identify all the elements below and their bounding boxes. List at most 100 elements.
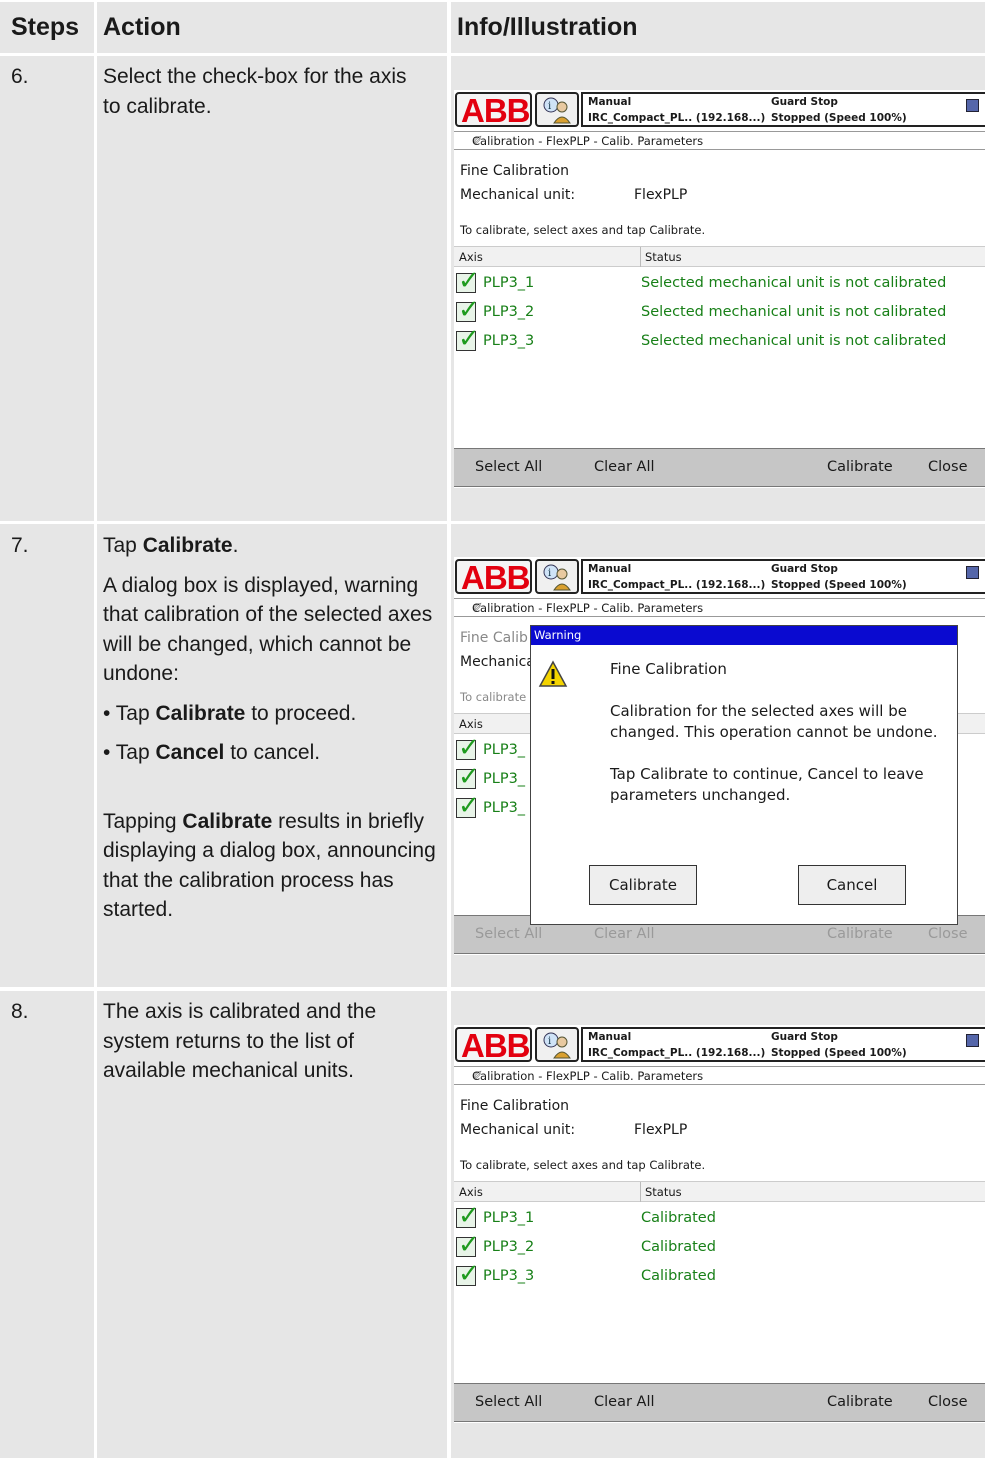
window-title: Calibration - FlexPLP - Calib. Parameter… — [472, 601, 704, 615]
window-title-bar: ✐ Calibration - FlexPLP - Calib. Paramet… — [454, 131, 985, 150]
close-button[interactable]: Close — [928, 459, 968, 475]
header-action: Action — [103, 13, 181, 41]
dialog-message-line: changed. This operation cannot be undone… — [610, 723, 938, 741]
mechanical-unit-label: Mechanica — [460, 654, 535, 670]
axis-checkbox[interactable]: ✓ — [456, 762, 480, 792]
axis-checkbox[interactable]: ✓ — [456, 1259, 480, 1289]
action-line: to calibrate. — [103, 94, 212, 118]
mode-text: Manual — [588, 563, 632, 575]
col-axis: Axis — [459, 1185, 483, 1199]
user-info-icon: i — [543, 97, 571, 124]
select-all-button[interactable]: Select All — [475, 1394, 542, 1410]
state-text: Stopped (Speed 100%) — [771, 112, 907, 124]
axis-row[interactable]: ✓ PLP3_2 Calibrated — [454, 1230, 985, 1264]
header-info: Info/Illustration — [457, 13, 638, 41]
select-all-button[interactable]: Select All — [475, 926, 542, 942]
col-status: Status — [645, 250, 682, 264]
checkmark-icon: ✓ — [458, 791, 480, 821]
bullet-proceed: • Tap Calibrate to proceed. — [103, 701, 357, 725]
abb-logo: ABB — [461, 559, 530, 596]
guard-text: Guard Stop — [771, 563, 838, 575]
controller-text: IRC_Compact_PL.. (192.168...) — [588, 579, 766, 591]
axis-checkbox[interactable]: ✓ — [456, 324, 480, 354]
clear-all-button[interactable]: Clear All — [594, 1394, 655, 1410]
user-info-icon: i — [543, 1032, 571, 1059]
close-button[interactable]: Close — [928, 1394, 968, 1410]
axis-table-header: Axis Status — [454, 1181, 985, 1202]
action-line: Select the check-box for the axis — [103, 65, 407, 88]
checkmark-icon: ✓ — [458, 1230, 480, 1260]
axis-status: Calibrated — [641, 1210, 716, 1226]
svg-text:i: i — [548, 101, 551, 112]
fine-calibration-label: Fine Calibration — [460, 1098, 570, 1114]
axis-status: Calibrated — [641, 1268, 716, 1284]
abb-logo: ABB — [461, 1027, 530, 1064]
action-8-cell: The axis is calibrated and the system re… — [97, 991, 447, 1458]
close-button[interactable]: Close — [928, 926, 968, 942]
axis-checkbox[interactable]: ✓ — [456, 1230, 480, 1260]
axis-table-header: Axis Status — [454, 246, 985, 267]
axis-row[interactable]: ✓ PLP3_3 Calibrated — [454, 1259, 985, 1293]
col-axis: Axis — [459, 250, 483, 264]
event-log-button[interactable]: i — [535, 559, 579, 594]
axis-row[interactable]: ✓ PLP3_1 Calibrated — [454, 1201, 985, 1235]
bullet-cancel: • Tap Cancel to cancel. — [103, 741, 321, 764]
status-bar: ABB i Manual IRC_Compact_PL.. (192.168..… — [454, 1025, 985, 1065]
axis-row[interactable]: ✓ PLP3_3 Selected mechanical unit is not… — [454, 324, 985, 358]
abb-menu-button[interactable]: ABB — [455, 1027, 532, 1064]
warning-dialog: Warning Fine Calibration Calibration for… — [530, 625, 958, 925]
header-steps-cell: Steps — [0, 2, 94, 53]
dialog-message-line: parameters unchanged. — [610, 786, 791, 804]
clear-all-button[interactable]: Clear All — [594, 459, 655, 475]
axis-checkbox[interactable]: ✓ — [456, 266, 480, 296]
axis-row[interactable]: ✓ PLP3_2 Selected mechanical unit is not… — [454, 295, 985, 329]
header-action-cell: Action — [97, 2, 447, 53]
abb-menu-button[interactable]: ABB — [455, 559, 532, 596]
instruction-text: To calibrate, select axes and tap Calibr… — [460, 223, 706, 237]
checkmark-icon: ✓ — [458, 733, 480, 763]
axis-checkbox[interactable]: ✓ — [456, 1201, 480, 1231]
clear-all-button[interactable]: Clear All — [594, 926, 655, 942]
axis-row[interactable]: ✓ PLP3_1 Selected mechanical unit is not… — [454, 266, 985, 300]
window-title-bar: ✐ Calibration - FlexPLP - Calib. Paramet… — [454, 1066, 985, 1085]
command-bar: Select All Clear All Calibrate Close — [454, 448, 985, 487]
step-8-cell: 8. — [0, 991, 94, 1458]
command-bar: Select All Clear All Calibrate Close — [454, 1383, 985, 1422]
action-text: The axis is calibrated and the system re… — [103, 1000, 377, 1082]
axis-name: PLP3_3 — [483, 333, 535, 349]
calibrate-button[interactable]: Calibrate — [827, 926, 893, 942]
status-box: Manual IRC_Compact_PL.. (192.168...) Gua… — [581, 559, 985, 594]
col-status: Status — [645, 1185, 682, 1199]
action-6-cell: Select the check-box for the axis to cal… — [97, 56, 447, 521]
tapping-calibrate-note: Tapping Calibrate results in briefly dis… — [103, 809, 436, 922]
checkmark-icon: ✓ — [458, 1201, 480, 1231]
dialog-calibrate-button[interactable]: Calibrate — [589, 865, 697, 905]
svg-text:i: i — [548, 568, 551, 579]
axis-name: PLP3_ — [483, 742, 526, 758]
abb-menu-button[interactable]: ABB — [455, 92, 532, 129]
taskbar-icon[interactable] — [966, 1034, 979, 1047]
window-title: Calibration - FlexPLP - Calib. Parameter… — [472, 134, 704, 148]
calibrate-button[interactable]: Calibrate — [827, 459, 893, 475]
calibrate-button[interactable]: Calibrate — [827, 1394, 893, 1410]
status-box: Manual IRC_Compact_PL.. (192.168...) Gua… — [581, 1027, 985, 1062]
axis-checkbox[interactable]: ✓ — [456, 733, 480, 763]
instruction-text: To calibrate, select axes and tap Calibr… — [460, 1158, 706, 1172]
svg-text:i: i — [548, 1036, 551, 1047]
event-log-button[interactable]: i — [535, 92, 579, 127]
axis-status: Selected mechanical unit is not calibrat… — [641, 275, 947, 291]
action-text: Tap Calibrate. A dialog box is displayed… — [103, 531, 439, 925]
mechanical-unit-label: Mechanical unit: — [460, 1122, 576, 1138]
dialog-cancel-button[interactable]: Cancel — [798, 865, 906, 905]
flexpendant-screen-step8: ABB i Manual IRC_Compact_PL.. (192.168..… — [454, 1025, 985, 1423]
axis-name: PLP3_3 — [483, 1268, 535, 1284]
select-all-button[interactable]: Select All — [475, 459, 542, 475]
axis-checkbox[interactable]: ✓ — [456, 295, 480, 325]
taskbar-icon[interactable] — [966, 566, 979, 579]
event-log-button[interactable]: i — [535, 1027, 579, 1062]
taskbar-icon[interactable] — [966, 99, 979, 112]
checkmark-icon: ✓ — [458, 1259, 480, 1289]
axis-checkbox[interactable]: ✓ — [456, 791, 480, 821]
header-info-cell: Info/Illustration — [451, 2, 985, 53]
mode-text: Manual — [588, 1031, 632, 1043]
